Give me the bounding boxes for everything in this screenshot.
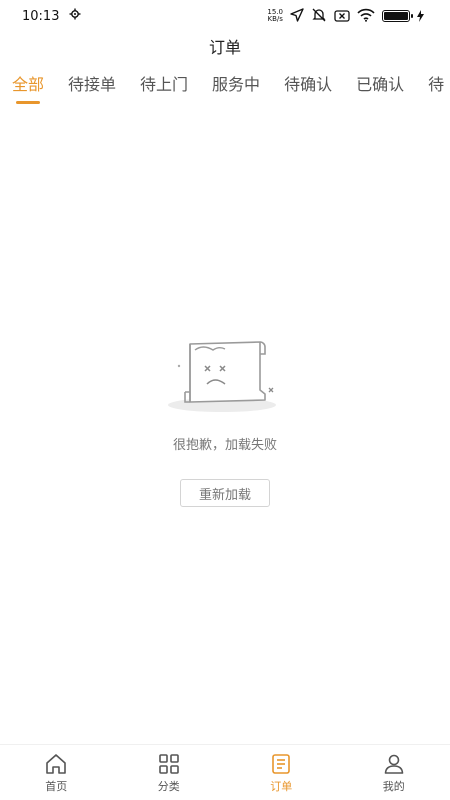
tab-pending-accept[interactable]: 待接单 — [56, 70, 128, 106]
page-title: 订单 — [208, 38, 241, 57]
wifi-icon — [357, 7, 375, 26]
speed-unit: KB/s — [267, 15, 283, 23]
no-sim-icon — [334, 7, 350, 26]
status-left: 10:13 — [22, 8, 81, 24]
charging-bolt-icon — [417, 7, 424, 26]
location-arrow-icon — [290, 7, 304, 26]
user-icon — [384, 754, 404, 774]
order-tabs: 全部 待接单 待上门 服务中 待确认 已确认 待 — [0, 70, 450, 106]
settings-gear-icon — [69, 8, 81, 24]
bottom-nav: 首页 分类 订单 我的 — [0, 744, 450, 800]
home-icon — [46, 753, 67, 774]
tab-truncated[interactable]: 待 — [416, 70, 450, 106]
mute-bell-icon — [311, 7, 327, 26]
nav-mine[interactable]: 我的 — [338, 745, 450, 800]
load-failed-state: 很抱歉，加载失败 重新加载 — [0, 330, 450, 507]
battery-icon — [382, 10, 413, 22]
tab-all[interactable]: 全部 — [0, 70, 56, 106]
network-speed: 15.0 KB/s — [267, 9, 283, 23]
nav-home-label: 首页 — [45, 779, 68, 793]
nav-orders-label: 订单 — [270, 779, 293, 793]
tab-pending-visit[interactable]: 待上门 — [128, 70, 200, 106]
tab-confirmed[interactable]: 已确认 — [344, 70, 416, 106]
status-time: 10:13 — [22, 8, 60, 24]
nav-category-label: 分类 — [157, 779, 180, 793]
nav-category[interactable]: 分类 — [113, 745, 226, 800]
nav-home[interactable]: 首页 — [0, 745, 113, 800]
tab-pending-confirm[interactable]: 待确认 — [272, 70, 344, 106]
status-bar: 10:13 15.0 KB/s — [0, 0, 450, 32]
order-icon — [272, 753, 291, 774]
tab-in-service[interactable]: 服务中 — [200, 70, 272, 106]
broken-paper-icon — [168, 341, 276, 412]
grid-icon — [158, 753, 179, 774]
nav-orders[interactable]: 订单 — [225, 745, 338, 800]
status-right: 15.0 KB/s — [267, 7, 424, 26]
nav-mine-label: 我的 — [382, 779, 405, 793]
reload-button[interactable]: 重新加载 — [180, 479, 270, 507]
error-message: 很抱歉，加载失败 — [172, 438, 277, 453]
